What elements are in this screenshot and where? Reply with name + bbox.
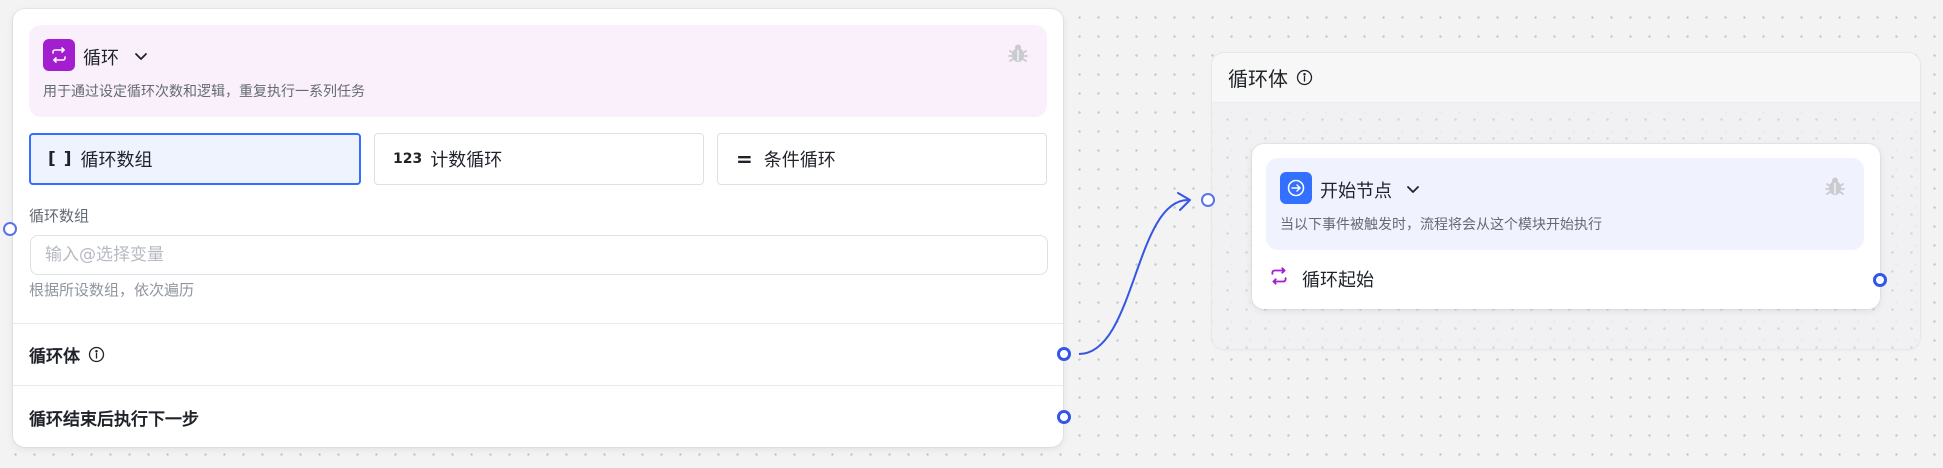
loop-body-input-port[interactable]	[1201, 193, 1215, 207]
event-label: 循环起始	[1302, 270, 1374, 291]
mode-label: 计数循环	[430, 150, 503, 171]
start-node-output-port[interactable]	[1873, 273, 1887, 287]
bug-icon[interactable]	[1007, 42, 1029, 64]
mode-button-count[interactable]: 123 计数循环	[374, 133, 704, 185]
mode-button-condition[interactable]: = 条件循环	[717, 133, 1047, 185]
loop-body-header: 循环体	[1212, 53, 1920, 103]
array-field-label: 循环数组	[29, 207, 90, 225]
loop-body-output-port[interactable]	[1057, 347, 1071, 361]
chevron-down-icon[interactable]	[1404, 180, 1422, 198]
loop-icon	[1271, 267, 1287, 285]
output-after-loop: 循环结束后执行下一步	[29, 410, 199, 430]
info-icon[interactable]	[88, 346, 105, 363]
node-description: 用于通过设定循环次数和逻辑，重复执行一系列任务	[43, 84, 365, 100]
equals-icon: =	[736, 147, 754, 171]
node-title: 开始节点	[1320, 181, 1392, 202]
node-title: 循环	[83, 48, 119, 69]
info-icon[interactable]	[1296, 69, 1313, 86]
node-description: 当以下事件被触发时，流程将会从这个模块开始执行	[1280, 217, 1602, 233]
mode-label: 循环数组	[80, 150, 153, 171]
loop-body-title: 循环体	[1228, 67, 1288, 91]
divider	[13, 385, 1063, 386]
loop-icon	[43, 39, 75, 71]
start-node[interactable]: 开始节点 当以下事件被触发时，流程将会从这个模块开始执行 循环起始	[1252, 144, 1880, 309]
output-label: 循环体	[29, 347, 80, 367]
number-icon: 123	[393, 151, 423, 167]
chevron-down-icon[interactable]	[132, 47, 150, 65]
divider	[13, 323, 1063, 324]
loop-node-input-port[interactable]	[3, 222, 17, 236]
bug-icon[interactable]	[1824, 175, 1846, 197]
array-field-hint: 根据所设数组，依次遍历	[29, 281, 195, 299]
start-node-header: 开始节点 当以下事件被触发时，流程将会从这个模块开始执行	[1266, 158, 1864, 250]
mode-label: 条件循环	[763, 150, 836, 171]
loop-node-header: 循环 用于通过设定循环次数和逻辑，重复执行一系列任务	[29, 25, 1047, 117]
bracket-icon: [ ]	[48, 149, 73, 169]
array-variable-input[interactable]	[30, 235, 1048, 275]
after-loop-output-port[interactable]	[1057, 410, 1071, 424]
mode-button-array[interactable]: [ ] 循环数组	[29, 133, 361, 185]
output-loop-body: 循环体	[29, 342, 105, 367]
loop-node[interactable]: 循环 用于通过设定循环次数和逻辑，重复执行一系列任务 [ ] 循环数组 123 …	[13, 9, 1063, 447]
start-icon	[1280, 172, 1312, 204]
